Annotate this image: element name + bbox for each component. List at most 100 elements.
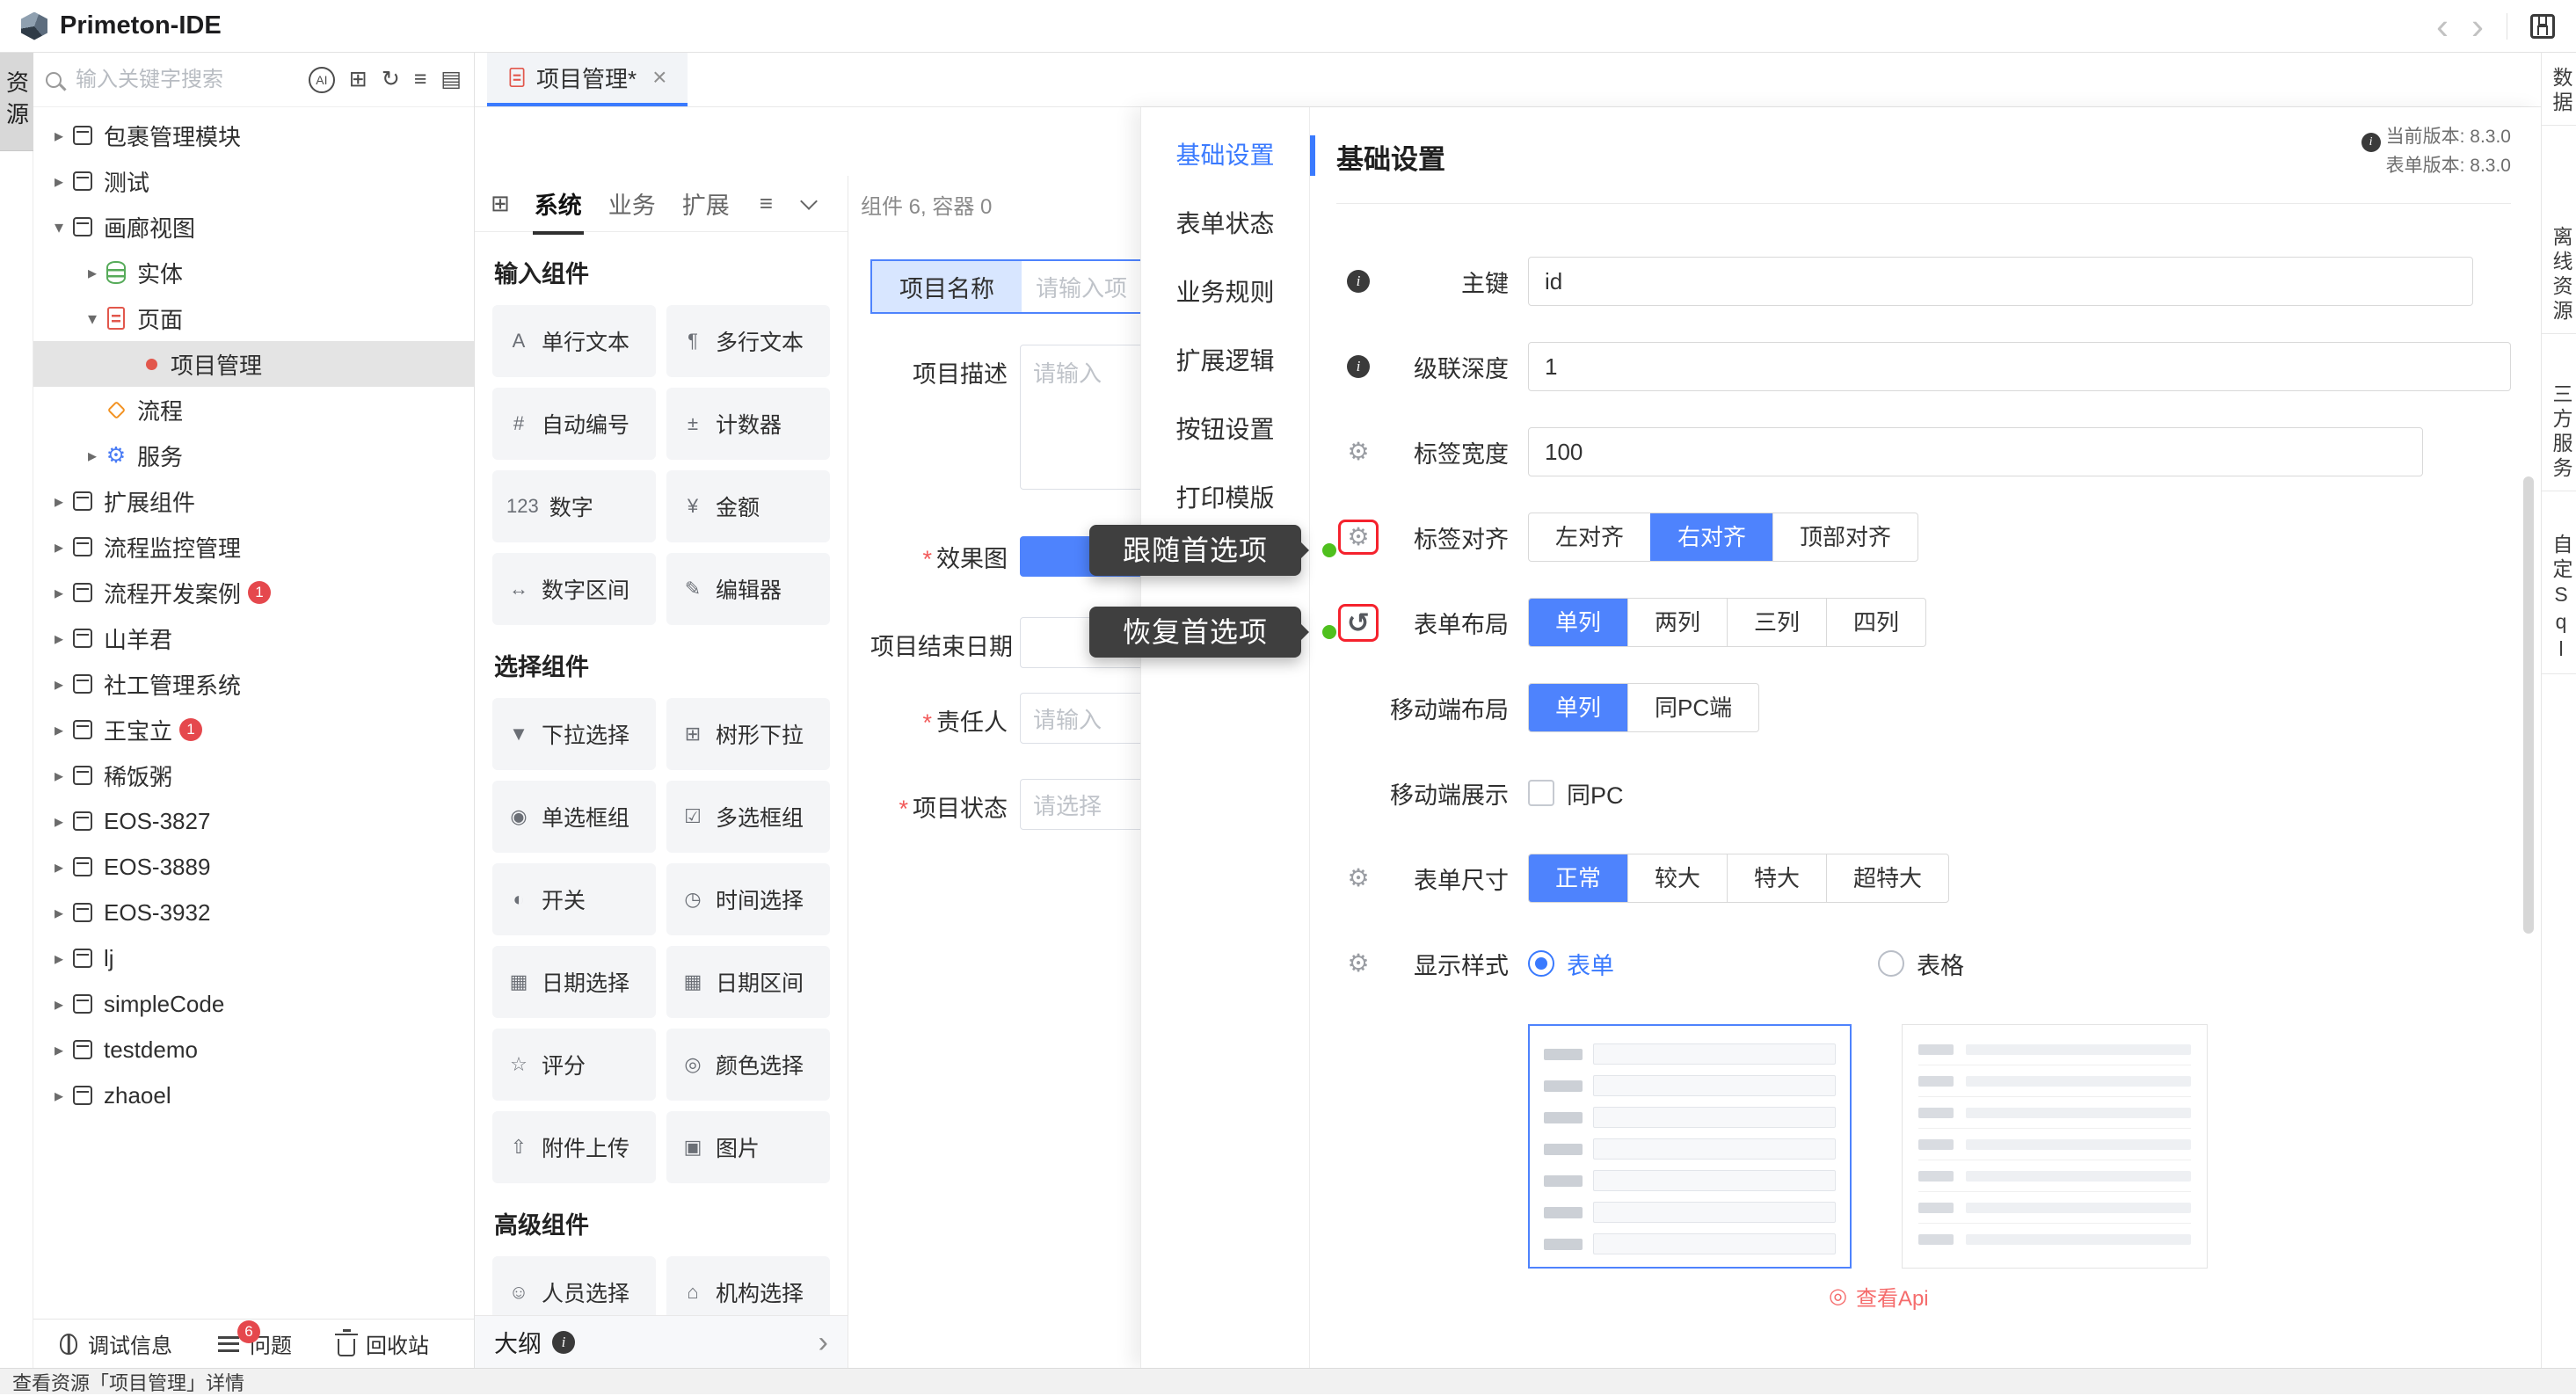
refresh-icon[interactable]: ↻ bbox=[382, 69, 400, 91]
tree-item-实体[interactable]: ▸实体 bbox=[33, 250, 474, 295]
chevron-right-icon[interactable]: › bbox=[819, 1327, 828, 1357]
tree-item-王宝立[interactable]: ▸王宝立1 bbox=[33, 707, 474, 753]
style-radio-table[interactable]: 表格 bbox=[1878, 947, 1964, 981]
export-doc-icon[interactable]: ▤ bbox=[440, 69, 462, 91]
right-rail-tab-离线资源[interactable]: 离线资源 bbox=[2542, 217, 2576, 334]
right-rail-tab-数据[interactable]: 数据 bbox=[2542, 58, 2576, 126]
expand-arrow-icon[interactable]: ▸ bbox=[46, 125, 72, 147]
save-icon[interactable] bbox=[2530, 14, 2555, 39]
view-api-link[interactable]: ◎ 查看Api bbox=[1829, 1281, 1929, 1312]
expand-arrow-icon[interactable]: ▸ bbox=[46, 856, 72, 878]
component-评分[interactable]: ☆评分 bbox=[492, 1029, 656, 1101]
segment-两列[interactable]: 两列 bbox=[1627, 599, 1727, 646]
panel-scrollbar[interactable] bbox=[2523, 476, 2534, 934]
expand-arrow-icon[interactable]: ▸ bbox=[79, 445, 106, 467]
segment-超特大[interactable]: 超特大 bbox=[1826, 854, 1948, 902]
palette-tab-扩展[interactable]: 扩展 bbox=[680, 186, 731, 221]
right-rail-tab-三方服务[interactable]: 三方服务 bbox=[2542, 374, 2576, 491]
component-日期区间[interactable]: ▦日期区间 bbox=[666, 946, 830, 1018]
props-menu-基础设置[interactable]: 基础设置 bbox=[1141, 120, 1309, 188]
segment-右对齐[interactable]: 右对齐 bbox=[1650, 513, 1772, 561]
undo-icon[interactable]: ↺ bbox=[1347, 609, 1370, 636]
props-menu-表单状态[interactable]: 表单状态 bbox=[1141, 188, 1309, 257]
nav-forward-icon[interactable]: › bbox=[2471, 9, 2484, 44]
tree-item-山羊君[interactable]: ▸山羊君 bbox=[33, 615, 474, 661]
primary-key-input[interactable] bbox=[1528, 257, 2473, 306]
component-附件上传[interactable]: ⇧附件上传 bbox=[492, 1111, 656, 1183]
component-颜色选择[interactable]: ◎颜色选择 bbox=[666, 1029, 830, 1101]
palette-tab-业务[interactable]: 业务 bbox=[607, 186, 658, 221]
expand-arrow-icon[interactable]: ▸ bbox=[46, 171, 72, 193]
tree-item-EOS-3932[interactable]: ▸EOS-3932 bbox=[33, 890, 474, 935]
component-单行文本[interactable]: A单行文本 bbox=[492, 305, 656, 377]
expand-arrow-icon[interactable]: ▸ bbox=[46, 902, 72, 924]
outline-bar[interactable]: 大纲 i › bbox=[475, 1315, 848, 1368]
expand-arrow-icon[interactable]: ▸ bbox=[46, 628, 72, 650]
segment-四列[interactable]: 四列 bbox=[1826, 599, 1925, 646]
preview-card-table[interactable] bbox=[1902, 1024, 2208, 1269]
segment-正常[interactable]: 正常 bbox=[1529, 854, 1627, 902]
collapse-chevron-icon[interactable] bbox=[800, 193, 818, 210]
tree-item-页面[interactable]: ▾页面 bbox=[33, 295, 474, 341]
segment-三列[interactable]: 三列 bbox=[1727, 599, 1826, 646]
component-日期选择[interactable]: ▦日期选择 bbox=[492, 946, 656, 1018]
props-menu-按钮设置[interactable]: 按钮设置 bbox=[1141, 394, 1309, 462]
segment-较大[interactable]: 较大 bbox=[1627, 854, 1727, 902]
grid-view-icon[interactable]: ⊞ bbox=[491, 190, 510, 217]
style-radio-form[interactable]: 表单 bbox=[1528, 947, 1614, 981]
segment-单列[interactable]: 单列 bbox=[1529, 684, 1627, 731]
tree-item-zhaoel[interactable]: ▸zhaoel bbox=[33, 1072, 474, 1118]
component-单选框组[interactable]: ◉单选框组 bbox=[492, 781, 656, 853]
tree-item-社工管理系统[interactable]: ▸社工管理系统 bbox=[33, 661, 474, 707]
expand-arrow-icon[interactable]: ▸ bbox=[46, 1039, 72, 1061]
tree-item-simpleCode[interactable]: ▸simpleCode bbox=[33, 981, 474, 1027]
rail-tab-resources[interactable]: 资源 bbox=[0, 53, 33, 151]
same-pc-checkbox[interactable] bbox=[1528, 780, 1554, 806]
search-input[interactable] bbox=[76, 68, 295, 92]
expand-arrow-icon[interactable]: ▸ bbox=[46, 536, 72, 558]
component-金额[interactable]: ¥金额 bbox=[666, 470, 830, 542]
component-计数器[interactable]: ±计数器 bbox=[666, 388, 830, 460]
component-数字区间[interactable]: ↔数字区间 bbox=[492, 553, 656, 625]
tree-item-流程[interactable]: 流程 bbox=[33, 387, 474, 433]
collapse-arrow-icon[interactable]: ▾ bbox=[46, 216, 72, 238]
props-menu-打印模版[interactable]: 打印模版 bbox=[1141, 462, 1309, 531]
segment-单列[interactable]: 单列 bbox=[1529, 599, 1627, 646]
component-机构选择[interactable]: ⌂机构选择 bbox=[666, 1256, 830, 1315]
segment-左对齐[interactable]: 左对齐 bbox=[1529, 513, 1650, 561]
right-rail-tab-自定Sql[interactable]: 自定Sql bbox=[2542, 525, 2576, 674]
component-自动编号[interactable]: #自动编号 bbox=[492, 388, 656, 460]
expand-arrow-icon[interactable]: ▸ bbox=[46, 1085, 72, 1107]
component-多选框组[interactable]: ☑多选框组 bbox=[666, 781, 830, 853]
tree-item-测试[interactable]: ▸测试 bbox=[33, 158, 474, 204]
component-多行文本[interactable]: ¶多行文本 bbox=[666, 305, 830, 377]
preview-card-form[interactable] bbox=[1528, 1024, 1852, 1269]
expand-arrow-icon[interactable]: ▸ bbox=[46, 948, 72, 970]
package-view-icon[interactable]: ⊞ bbox=[349, 69, 367, 91]
tree-item-EOS-3827[interactable]: ▸EOS-3827 bbox=[33, 798, 474, 844]
tree-item-流程监控管理[interactable]: ▸流程监控管理 bbox=[33, 524, 474, 570]
more-list-icon[interactable]: ≡ bbox=[760, 190, 773, 217]
editor-tab-project-management[interactable]: 项目管理* × bbox=[487, 52, 688, 106]
debug-info-button[interactable]: 调试信息 bbox=[60, 1328, 172, 1359]
close-tab-icon[interactable]: × bbox=[652, 63, 666, 91]
expand-arrow-icon[interactable]: ▸ bbox=[46, 491, 72, 513]
segment-特大[interactable]: 特大 bbox=[1727, 854, 1826, 902]
component-人员选择[interactable]: ☺人员选择 bbox=[492, 1256, 656, 1315]
tree-item-稀饭粥[interactable]: ▸稀饭粥 bbox=[33, 753, 474, 798]
expand-arrow-icon[interactable]: ▸ bbox=[46, 765, 72, 787]
expand-arrow-icon[interactable]: ▸ bbox=[46, 582, 72, 604]
recycle-bin-button[interactable]: 回收站 bbox=[338, 1328, 429, 1359]
palette-tab-系统[interactable]: 系统 bbox=[533, 186, 584, 221]
component-树形下拉[interactable]: ⊞树形下拉 bbox=[666, 698, 830, 770]
component-时间选择[interactable]: ◷时间选择 bbox=[666, 863, 830, 935]
problems-button[interactable]: 6 问题 bbox=[218, 1328, 292, 1359]
tree-item-testdemo[interactable]: ▸testdemo bbox=[33, 1027, 474, 1072]
tree-item-项目管理[interactable]: 项目管理 bbox=[33, 341, 474, 387]
component-数字[interactable]: 123数字 bbox=[492, 470, 656, 542]
sort-list-icon[interactable]: ≡ bbox=[414, 69, 427, 91]
tree-item-包裹管理模块[interactable]: ▸包裹管理模块 bbox=[33, 113, 474, 158]
component-开关[interactable]: ◐开关 bbox=[492, 863, 656, 935]
tree-item-服务[interactable]: ▸⚙服务 bbox=[33, 433, 474, 478]
gear-icon[interactable]: ⚙ bbox=[1347, 525, 1369, 549]
